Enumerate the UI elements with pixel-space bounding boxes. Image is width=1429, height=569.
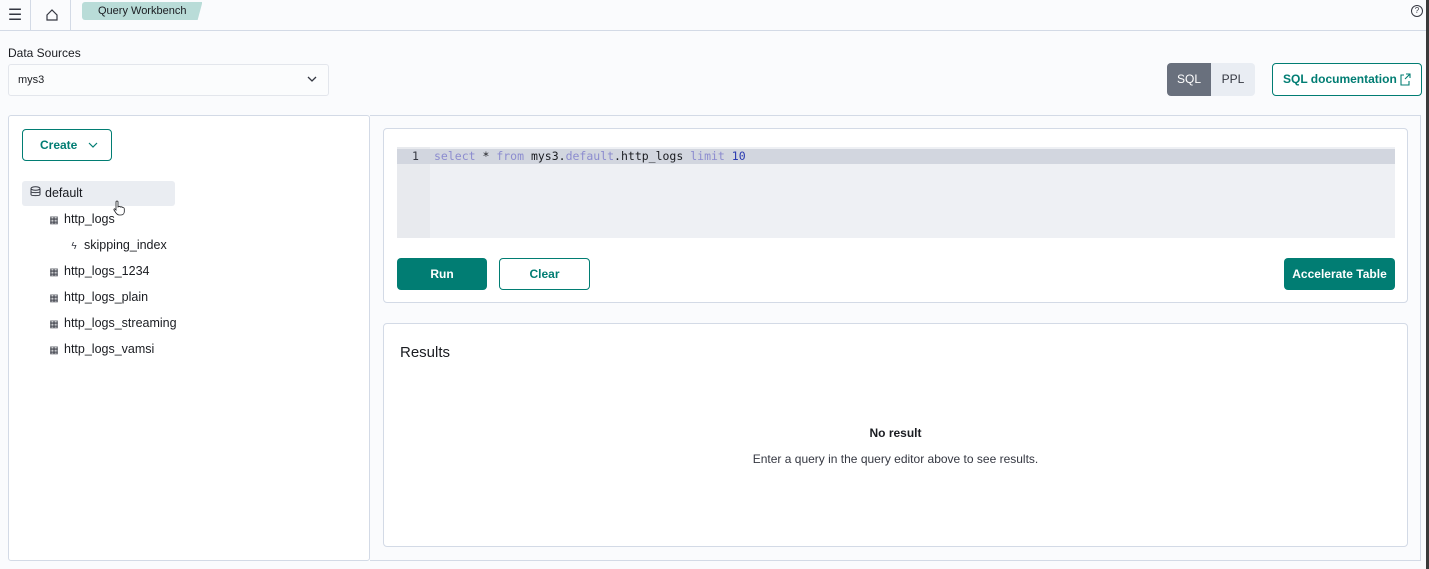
tree-item-label: http_logs_plain	[64, 290, 149, 304]
sql-documentation-label: SQL documentation	[1283, 72, 1397, 86]
tree-item-label: http_logs_vamsi	[64, 342, 155, 356]
external-link-icon	[1399, 64, 1411, 107]
tree-item-label: http_logs	[64, 212, 115, 226]
chevron-down-icon	[306, 65, 318, 107]
table-icon: ▦	[49, 293, 59, 304]
query-token: default	[565, 149, 615, 163]
help-icon[interactable]: ?	[1411, 5, 1423, 17]
query-token: mys3.	[524, 149, 566, 163]
query-text[interactable]: select * from mys3.default.http_logs lim…	[434, 149, 746, 164]
hand-pointer-cursor-icon	[113, 200, 125, 219]
query-token: 10	[731, 149, 746, 163]
database-icon	[28, 182, 42, 207]
query-token: limit	[690, 149, 725, 163]
tree-item-http-logs-plain[interactable]: ▦ http_logs_plain	[47, 285, 148, 310]
sql-documentation-button[interactable]: SQL documentation	[1272, 63, 1422, 96]
query-token: *	[475, 149, 497, 163]
language-toggle: SQL PPL	[1167, 63, 1255, 96]
table-icon: ▦	[49, 345, 59, 356]
table-icon: ▦	[49, 215, 59, 226]
breadcrumb-query-workbench[interactable]: Query Workbench	[82, 2, 203, 20]
query-editor[interactable]: 1 select * from mys3.default.http_logs l…	[397, 147, 1395, 238]
chevron-down-icon	[88, 130, 98, 171]
tree-item-label: http_logs_1234	[64, 264, 150, 278]
query-token	[725, 149, 732, 163]
tree-item-http-logs-vamsi[interactable]: ▦ http_logs_vamsi	[47, 337, 154, 362]
tree-item-http-logs-1234[interactable]: ▦ http_logs_1234	[47, 259, 150, 284]
query-token: .http_logs	[614, 149, 691, 163]
query-token: from	[496, 149, 525, 163]
line-number: 1	[412, 149, 419, 163]
results-title: Results	[400, 344, 451, 361]
empty-state-title: No result	[869, 426, 922, 440]
table-icon: ▦	[49, 267, 59, 278]
tree-item-label: http_logs_streaming	[64, 316, 177, 330]
tree-item-http-logs[interactable]: ▦ http_logs	[47, 207, 115, 232]
tree-item-http-logs-streaming[interactable]: ▦ http_logs_streaming	[47, 311, 177, 336]
run-button[interactable]: Run	[397, 258, 487, 290]
tree-item-label: skipping_index	[84, 238, 167, 252]
accelerate-table-button[interactable]: Accelerate Table	[1284, 258, 1395, 290]
create-button[interactable]: Create	[22, 129, 112, 161]
create-button-label: Create	[40, 138, 78, 152]
query-token: select	[434, 149, 476, 163]
ppl-toggle-button[interactable]: PPL	[1211, 63, 1255, 96]
top-bar: ☰ Query Workbench ?	[0, 0, 1429, 31]
data-source-select[interactable]: mys3	[8, 64, 329, 96]
data-sources-label: Data Sources	[8, 46, 81, 60]
hamburger-menu-icon[interactable]: ☰	[0, 0, 31, 30]
tree-item-default[interactable]: default	[22, 181, 175, 206]
clear-button[interactable]: Clear	[499, 258, 590, 290]
home-icon[interactable]	[33, 0, 71, 30]
data-source-value: mys3	[18, 74, 45, 86]
tree-item-skipping-index[interactable]: ϟ skipping_index	[67, 233, 167, 258]
table-icon: ▦	[49, 319, 59, 330]
sql-toggle-button[interactable]: SQL	[1167, 63, 1211, 96]
empty-state-hint: Enter a query in the query editor above …	[752, 452, 1039, 466]
bolt-icon: ϟ	[71, 241, 77, 252]
tree-item-label: default	[45, 186, 83, 200]
sidebar-panel: Create default ▦ http_logs ϟ skipping_inde…	[8, 115, 370, 561]
